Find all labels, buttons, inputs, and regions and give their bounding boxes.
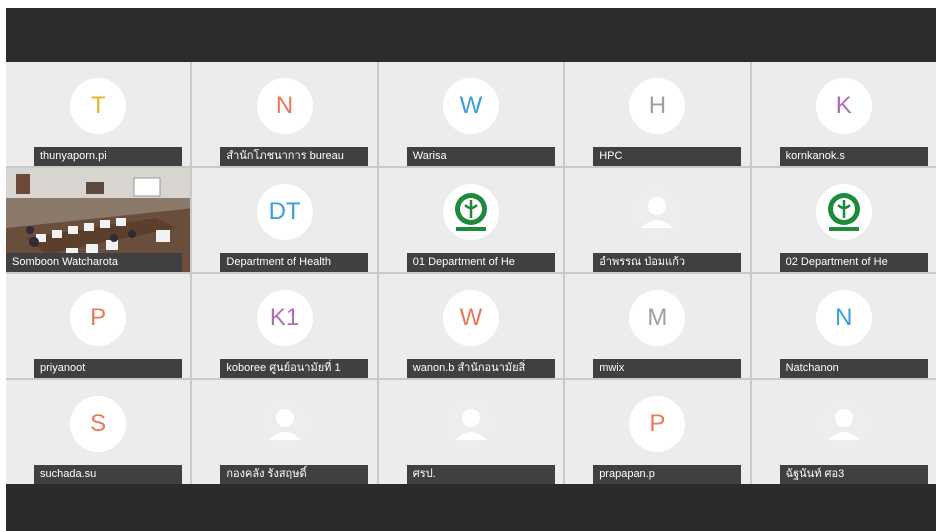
participant-name: mwix bbox=[593, 359, 742, 378]
participant-name: อำพรรณ ป่อมแก้ว bbox=[593, 253, 742, 272]
participant-name: สำนักโภชนาการ bureau bbox=[220, 147, 369, 166]
default-user-icon bbox=[815, 395, 872, 452]
participant-tile[interactable]: อำพรรณ ป่อมแก้ว bbox=[565, 168, 750, 272]
initials-avatar: DT bbox=[256, 183, 313, 240]
initials-avatar: S bbox=[70, 395, 127, 452]
participant-tile[interactable]: H HPC bbox=[565, 62, 750, 166]
participant-tile[interactable]: M mwix bbox=[565, 274, 750, 378]
participant-tile[interactable]: K1 koboree ศูนย์อนามัยที่ 1 bbox=[192, 274, 377, 378]
default-user-icon bbox=[442, 395, 499, 452]
participant-name: ฉัฐนันท์ ศอ3 bbox=[779, 465, 928, 484]
initials-avatar: H bbox=[629, 77, 686, 134]
participant-name: กองคลัง รังสฤษดิ์ bbox=[220, 465, 369, 484]
participant-name: 02 Department of He bbox=[779, 253, 928, 272]
participant-name: HPC bbox=[593, 147, 742, 166]
initials-avatar: M bbox=[629, 289, 686, 346]
department-logo-icon bbox=[815, 183, 872, 240]
participant-name: thunyaporn.pi bbox=[34, 147, 182, 166]
participant-name: Somboon Watcharota bbox=[6, 253, 182, 272]
participant-tile[interactable]: 01 Department of He bbox=[378, 168, 564, 272]
participant-tile[interactable]: ฉัฐนันท์ ศอ3 bbox=[751, 380, 936, 484]
participant-tile-video[interactable]: Somboon Watcharota bbox=[6, 168, 191, 272]
participant-tile[interactable]: N Natchanon bbox=[751, 274, 936, 378]
participant-name: koboree ศูนย์อนามัยที่ 1 bbox=[220, 359, 369, 378]
meeting-window: T thunyaporn.pi N สำนักโภชนาการ bureau W… bbox=[6, 8, 936, 531]
participant-tile[interactable]: T thunyaporn.pi bbox=[6, 62, 191, 166]
participant-name: Natchanon bbox=[779, 359, 928, 378]
participant-tile[interactable]: DT Department of Health bbox=[192, 168, 377, 272]
participant-tile[interactable]: P priyanoot bbox=[6, 274, 191, 378]
participant-name: Warisa bbox=[406, 147, 555, 166]
participant-name: ศรป. bbox=[406, 465, 555, 484]
participant-name: prapapan.p bbox=[593, 465, 742, 484]
initials-avatar: P bbox=[70, 289, 127, 346]
initials-avatar: W bbox=[442, 77, 499, 134]
participant-tile[interactable]: K kornkanok.s bbox=[751, 62, 936, 166]
department-logo-icon bbox=[442, 183, 499, 240]
participant-tile[interactable]: กองคลัง รังสฤษดิ์ bbox=[192, 380, 377, 484]
participant-tile[interactable]: ศรป. bbox=[378, 380, 564, 484]
participant-tile[interactable]: W wanon.b สำนักอนามัยสิ่ bbox=[378, 274, 564, 378]
participant-name: 01 Department of He bbox=[406, 253, 555, 272]
participant-name: Department of Health bbox=[220, 253, 369, 272]
participant-tile[interactable]: W Warisa bbox=[378, 62, 564, 166]
participant-tile[interactable]: 02 Department of He bbox=[751, 168, 936, 272]
initials-avatar: N bbox=[256, 77, 313, 134]
top-toolbar bbox=[6, 8, 936, 62]
initials-avatar: N bbox=[815, 289, 872, 346]
default-user-icon bbox=[629, 183, 686, 240]
initials-avatar: W bbox=[442, 289, 499, 346]
participant-tile[interactable]: P prapapan.p bbox=[565, 380, 750, 484]
initials-avatar: K bbox=[815, 77, 872, 134]
bottom-toolbar bbox=[6, 484, 936, 531]
participant-tile[interactable]: N สำนักโภชนาการ bureau bbox=[192, 62, 377, 166]
default-user-icon bbox=[256, 395, 313, 452]
participant-name: wanon.b สำนักอนามัยสิ่ bbox=[406, 359, 555, 378]
participant-grid: T thunyaporn.pi N สำนักโภชนาการ bureau W… bbox=[6, 62, 936, 484]
initials-avatar: T bbox=[70, 77, 127, 134]
participant-tile[interactable]: S suchada.su bbox=[6, 380, 191, 484]
initials-avatar: K1 bbox=[256, 289, 313, 346]
initials-avatar: P bbox=[629, 395, 686, 452]
participant-name: kornkanok.s bbox=[779, 147, 928, 166]
participant-name: priyanoot bbox=[34, 359, 182, 378]
video-feed: Somboon Watcharota bbox=[6, 168, 191, 272]
participant-name: suchada.su bbox=[34, 465, 182, 484]
